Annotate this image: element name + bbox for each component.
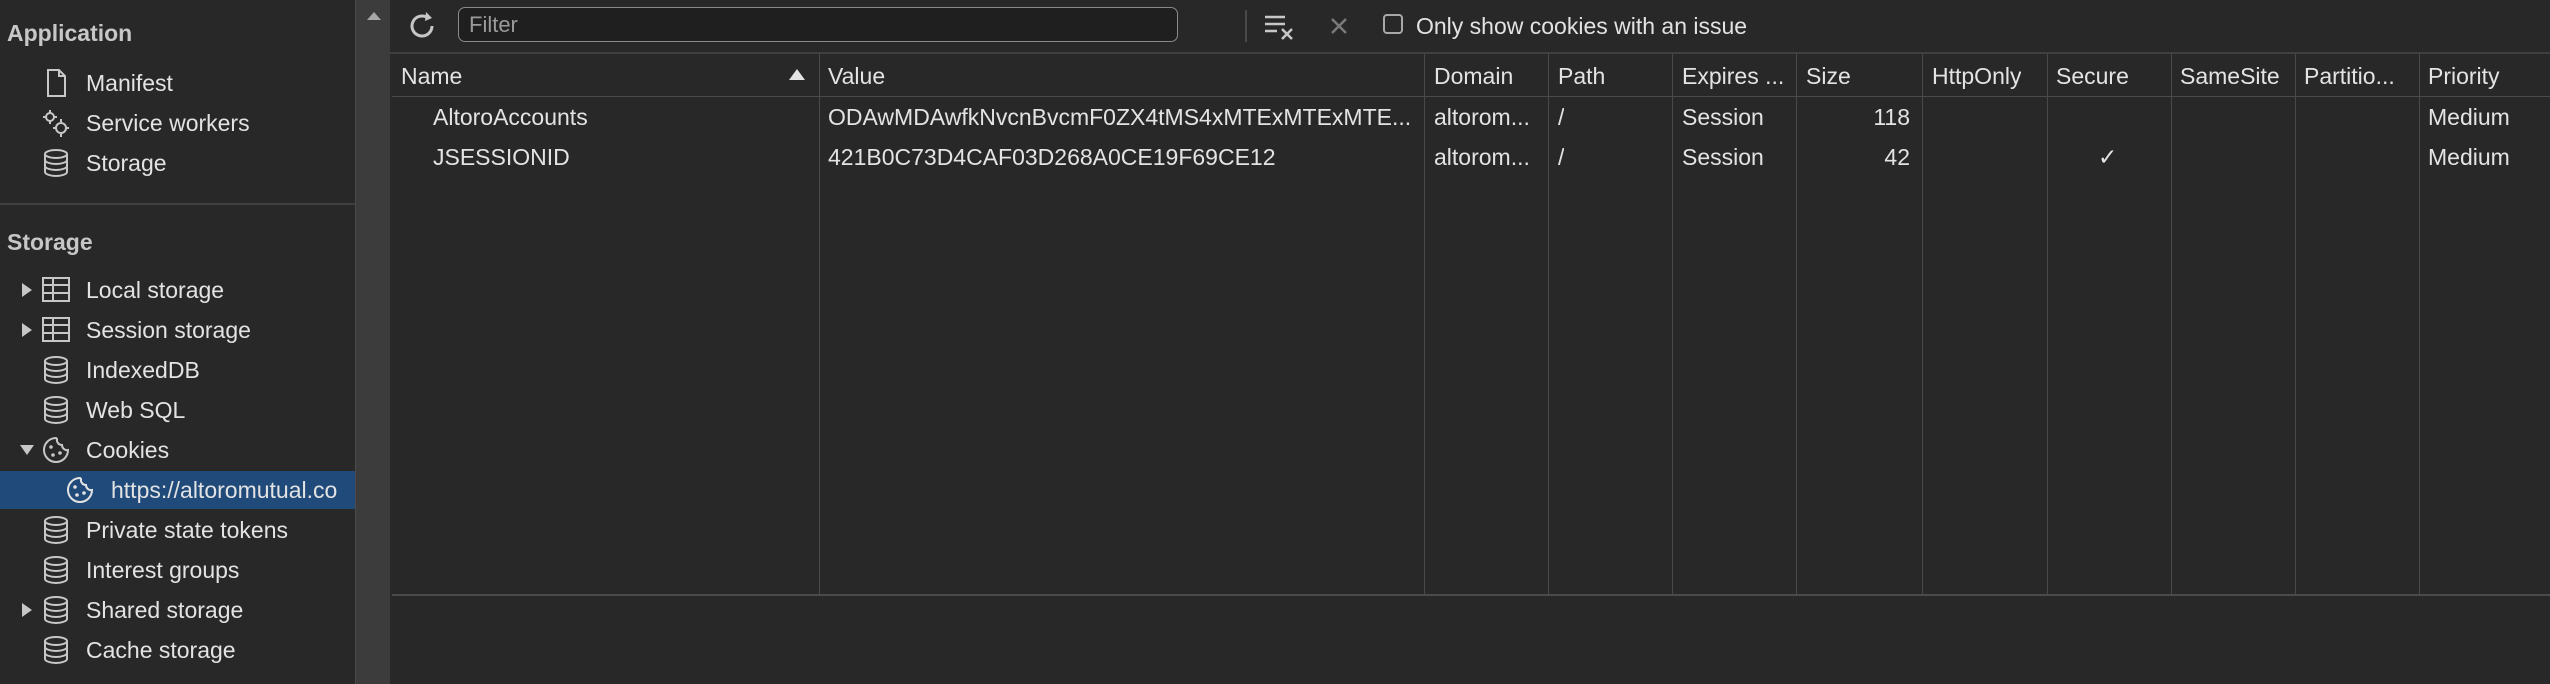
database-icon xyxy=(40,395,72,425)
column-header-expires[interactable]: Expires ... xyxy=(1682,63,1784,90)
sidebar-item-manifest[interactable]: Manifest xyxy=(0,64,355,102)
sidebar-item-label: Service workers xyxy=(86,110,250,136)
sidebar-item-label: Session storage xyxy=(86,317,251,343)
cookie-preview-pane xyxy=(392,596,2550,684)
collapse-arrow-icon[interactable] xyxy=(20,445,34,455)
sidebar-item-interest-groups[interactable]: Interest groups xyxy=(0,551,355,589)
table-header: Name Value Domain Path Expires ... Size … xyxy=(392,54,2550,97)
cookie-size: 118 xyxy=(1873,104,1910,130)
cookie-icon xyxy=(40,435,72,465)
toolbar-separator xyxy=(1245,10,1247,42)
gears-icon xyxy=(40,108,72,138)
sidebar-item-session-storage[interactable]: Session storage xyxy=(0,311,355,349)
sidebar-item-storage[interactable]: Storage xyxy=(0,144,355,182)
sidebar-item-label: Web SQL xyxy=(86,397,186,423)
application-section-title: Application xyxy=(7,20,133,46)
database-icon xyxy=(40,148,72,178)
sidebar-divider xyxy=(0,203,355,205)
cookie-priority: Medium xyxy=(2428,104,2510,130)
table-icon xyxy=(40,275,72,305)
sidebar-item-cookies[interactable]: Cookies xyxy=(0,431,355,469)
database-icon xyxy=(40,635,72,665)
sidebar-item-shared-storage[interactable]: Shared storage xyxy=(0,591,355,629)
database-icon xyxy=(40,595,72,625)
cookie-path: / xyxy=(1558,144,1565,170)
sidebar-item-cache-storage[interactable]: Cache storage xyxy=(0,631,355,669)
column-header-priority[interactable]: Priority xyxy=(2428,63,2500,90)
cookie-expires: Session xyxy=(1682,144,1764,170)
column-header-name[interactable]: Name xyxy=(401,63,462,90)
refresh-icon[interactable] xyxy=(404,8,440,44)
clear-all-icon[interactable] xyxy=(1262,8,1298,44)
sidebar-item-label: Manifest xyxy=(86,70,173,96)
sidebar-item-indexeddb[interactable]: IndexedDB xyxy=(0,351,355,389)
sidebar-item-local-storage[interactable]: Local storage xyxy=(0,271,355,309)
cookies-table: Name Value Domain Path Expires ... Size … xyxy=(392,54,2550,596)
cookie-value: ODAwMDAwfkNvcnBvcmF0ZX4tMS4xMTExMTExMTE.… xyxy=(828,104,1412,130)
cookie-secure: ✓ xyxy=(2098,144,2118,170)
sidebar-item-label: Interest groups xyxy=(86,557,240,583)
sidebar-item-web-sql[interactable]: Web SQL xyxy=(0,391,355,429)
sort-ascending-icon[interactable] xyxy=(789,69,805,80)
table-row[interactable]: JSESSIONID 421B0C73D4CAF03D268A0CE19F69C… xyxy=(392,138,2550,178)
database-icon xyxy=(40,555,72,585)
database-icon xyxy=(40,515,72,545)
scroll-up-arrow-icon[interactable] xyxy=(367,12,381,20)
sidebar-item-private-state-tokens[interactable]: Private state tokens xyxy=(0,511,355,549)
filter-input[interactable] xyxy=(458,7,1178,42)
expand-arrow-icon[interactable] xyxy=(22,603,32,617)
cookie-priority: Medium xyxy=(2428,144,2510,170)
column-header-value[interactable]: Value xyxy=(828,63,885,90)
sidebar-item-label: https://altoromutual.co xyxy=(111,477,338,503)
column-header-secure[interactable]: Secure xyxy=(2056,63,2129,90)
column-header-httponly[interactable]: HttpOnly xyxy=(1932,63,2021,90)
panel-splitter[interactable] xyxy=(355,0,390,684)
column-header-samesite[interactable]: SameSite xyxy=(2180,63,2280,90)
cookie-path: / xyxy=(1558,104,1565,130)
cookie-name: JSESSIONID xyxy=(433,144,570,170)
sidebar-item-label: Storage xyxy=(86,150,167,176)
cookie-value: 421B0C73D4CAF03D268A0CE19F69CE12 xyxy=(828,144,1276,170)
column-header-partition[interactable]: Partitio... xyxy=(2304,63,2395,90)
sidebar-item-label: Private state tokens xyxy=(86,517,288,543)
expand-arrow-icon[interactable] xyxy=(22,323,32,337)
cookie-expires: Session xyxy=(1682,104,1764,130)
cookie-domain: altorom... xyxy=(1434,104,1530,130)
sidebar-item-service-workers[interactable]: Service workers xyxy=(0,104,355,142)
application-sidebar: Application Manifest Service workers Sto… xyxy=(0,0,355,684)
delete-selected-icon[interactable] xyxy=(1321,8,1357,44)
sidebar-item-cookie-origin[interactable]: https://altoromutual.co xyxy=(0,471,355,509)
column-header-domain[interactable]: Domain xyxy=(1434,63,1513,90)
table-row[interactable]: AltoroAccounts ODAwMDAwfkNvcnBvcmF0ZX4tM… xyxy=(392,98,2550,138)
database-icon xyxy=(40,355,72,385)
column-header-path[interactable]: Path xyxy=(1558,63,1605,90)
cookies-toolbar: Only show cookies with an issue xyxy=(390,0,2550,54)
cookie-name: AltoroAccounts xyxy=(433,104,588,130)
storage-section-title: Storage xyxy=(7,229,93,255)
table-icon xyxy=(40,315,72,345)
only-issues-checkbox[interactable] xyxy=(1383,14,1403,34)
cookie-icon xyxy=(64,475,96,505)
sidebar-item-label: IndexedDB xyxy=(86,357,200,383)
sidebar-item-label: Cookies xyxy=(86,437,170,463)
sidebar-item-label: Shared storage xyxy=(86,597,244,623)
sidebar-item-label: Local storage xyxy=(86,277,225,303)
only-issues-label: Only show cookies with an issue xyxy=(1416,13,1748,39)
sidebar-item-label: Cache storage xyxy=(86,637,236,663)
cookie-size: 42 xyxy=(1884,144,1910,170)
column-header-size[interactable]: Size xyxy=(1806,63,1851,90)
expand-arrow-icon[interactable] xyxy=(22,283,32,297)
cookie-domain: altorom... xyxy=(1434,144,1530,170)
document-icon xyxy=(40,68,72,98)
